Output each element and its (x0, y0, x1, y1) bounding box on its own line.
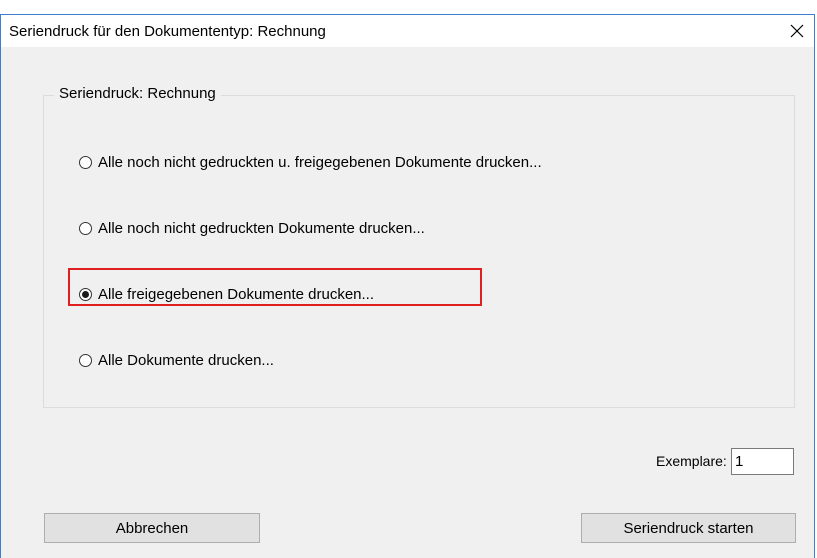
radio-label: Alle noch nicht gedruckten Dokumente dru… (98, 219, 425, 237)
start-print-button[interactable]: Seriendruck starten (581, 513, 796, 543)
radio-button-selected-icon[interactable] (79, 287, 92, 301)
group-legend: Seriendruck: Rechnung (54, 85, 221, 102)
background-strip (0, 0, 817, 14)
copies-input[interactable] (731, 448, 794, 475)
radio-option-unprinted[interactable]: Alle noch nicht gedruckten Dokumente dru… (79, 217, 425, 239)
radio-label: Alle noch nicht gedruckten u. freigegebe… (98, 153, 542, 171)
close-button[interactable] (780, 15, 814, 47)
radio-button-icon[interactable] (79, 155, 92, 169)
window-title: Seriendruck für den Dokumententyp: Rechn… (9, 23, 326, 40)
radio-label: Alle Dokumente drucken... (98, 351, 274, 369)
title-bar: Seriendruck für den Dokumententyp: Rechn… (1, 15, 814, 47)
close-icon (790, 24, 804, 38)
radio-option-released[interactable]: Alle freigegebenen Dokumente drucken... (79, 283, 374, 305)
cancel-button[interactable]: Abbrechen (44, 513, 260, 543)
dialog-window: Seriendruck für den Dokumententyp: Rechn… (0, 14, 815, 558)
radio-option-all[interactable]: Alle Dokumente drucken... (79, 349, 274, 371)
radio-button-icon[interactable] (79, 221, 92, 235)
radio-option-unprinted-released[interactable]: Alle noch nicht gedruckten u. freigegebe… (79, 151, 542, 173)
radio-label: Alle freigegebenen Dokumente drucken... (98, 285, 375, 303)
copies-label: Exemplare: (656, 453, 727, 469)
radio-button-icon[interactable] (79, 353, 92, 367)
